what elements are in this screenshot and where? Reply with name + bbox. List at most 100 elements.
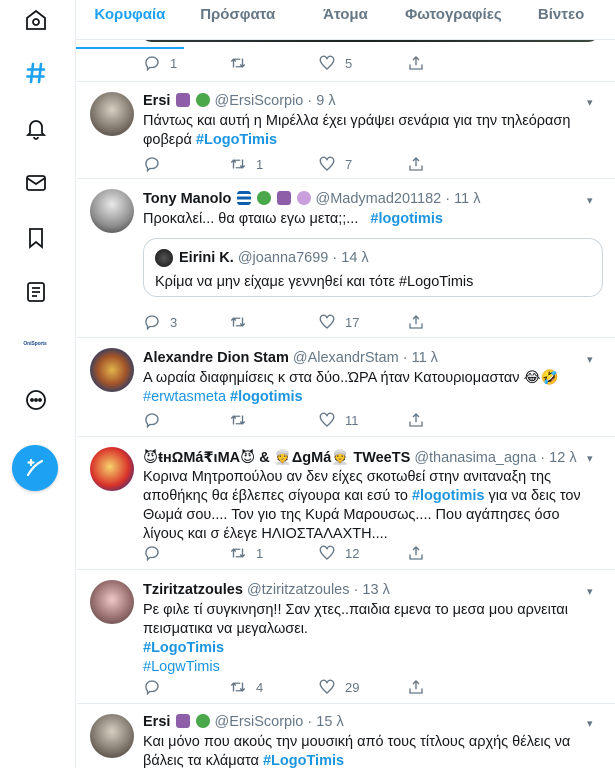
like-count: 29 [345,679,360,695]
share-button[interactable] [407,678,425,696]
tweet-time[interactable]: 12 λ [549,450,576,466]
tab-photos[interactable]: Φωτογραφίες [399,0,507,39]
shamrock-emoji-icon [196,93,211,107]
share-button[interactable] [407,544,425,562]
chevron-down-icon[interactable]: ▾ [587,585,601,599]
chevron-down-icon[interactable]: ▾ [587,452,601,466]
display-name[interactable]: Alexandre Dion Stam [143,350,289,366]
quote-avatar[interactable] [155,249,173,267]
avatar[interactable] [90,348,134,392]
chevron-down-icon[interactable]: ▾ [587,194,601,208]
like-count: 5 [345,55,353,71]
profile-avatar[interactable]: OniSports [17,337,53,351]
user-handle[interactable]: @Madymad201182 [316,191,442,207]
user-handle[interactable]: @thanasima_agna [414,450,536,466]
retweet-button[interactable]: 4 [229,678,263,696]
tweet[interactable]: Alexandre Dion Stam @AlexandrStam · 11 λ… [77,338,615,437]
avatar[interactable] [90,92,134,136]
bookmarks-icon[interactable] [18,220,54,256]
tweet[interactable]: 😈ŧнΩМá₹ιМΑ😈 & 👳ΔgΜá👳 TWeeTS @thanasima_a… [77,437,615,570]
user-handle[interactable]: @ErsiScorpio [215,714,304,730]
tweet[interactable]: Tony Manolo @Madymad201182 · 11 λ ▾ Προκ… [77,179,615,338]
like-button[interactable]: 29 [318,678,359,696]
tab-people[interactable]: Άτομα [292,0,400,39]
chevron-down-icon[interactable]: ▾ [587,717,601,731]
reply-button[interactable] [143,544,170,562]
more-icon[interactable] [18,382,54,418]
share-button[interactable] [407,155,425,173]
tweet-actions: 3 17 [143,313,443,333]
tweet-time[interactable]: 9 λ [316,93,335,109]
share-button[interactable] [407,411,425,429]
share-button[interactable] [407,54,425,72]
hashtag-link[interactable]: #logotimis [412,488,485,504]
hashtag-link[interactable]: #logotimis [230,389,303,405]
display-name[interactable]: Tziritzatzoules [143,582,243,598]
avatar[interactable] [90,189,134,233]
chevron-down-icon[interactable]: ▾ [587,353,601,367]
reply-button[interactable] [143,155,170,173]
retweet-button[interactable] [229,313,256,331]
search-tabs: Κορυφαία Πρόσφατα Άτομα Φωτογραφίες Βίντ… [76,0,615,49]
tweet[interactable]: Ersi @ErsiScorpio · 15 λ ▾ Και μόνο που … [77,704,615,768]
display-name[interactable]: Ersi [143,93,170,109]
share-button[interactable] [407,313,425,331]
explore-hashtag-icon[interactable] [18,55,54,91]
retweet-button[interactable]: 1 [229,544,263,562]
avatar[interactable] [90,447,134,491]
retweet-button[interactable] [229,411,256,429]
quote-handle: @joanna7699 [237,250,329,266]
tweet-text-content: Και μόνο που ακούς την μουσική από τους … [143,734,571,768]
avatar[interactable] [90,580,134,624]
tweet-time[interactable]: 11 λ [454,191,480,207]
tab-top[interactable]: Κορυφαία [76,0,184,49]
tweet[interactable]: Ersi @ErsiScorpio · 9 λ ▾ Πάντως και αυτ… [77,82,615,179]
like-button[interactable]: 17 [318,313,359,331]
retweet-button[interactable]: 1 [229,155,263,173]
lists-icon[interactable] [18,274,54,310]
compose-tweet-button[interactable] [12,445,58,491]
like-count: 12 [345,545,360,561]
display-name[interactable]: Ersi [143,714,170,730]
avatar[interactable] [90,714,134,758]
tab-videos[interactable]: Βίντεο [507,0,615,39]
messages-envelope-icon[interactable] [18,165,54,201]
tweet-actions: 4 29 [143,678,443,698]
hashtag-link[interactable]: #logotimis [370,211,443,227]
like-button[interactable]: 12 [318,544,359,562]
tweet-time[interactable]: 13 λ [362,582,389,598]
notifications-bell-icon[interactable] [18,110,54,146]
separator-dot: · [332,250,338,266]
quote-display-name: Eirini K. [179,250,234,266]
separator-dot: · [540,450,546,466]
user-handle[interactable]: @tziritzatzoules [247,582,350,598]
display-name[interactable]: Tony Manolo [143,191,231,207]
tweet-time[interactable]: 11 λ [412,350,438,366]
chevron-down-icon[interactable]: ▾ [587,96,601,110]
tweet[interactable]: Tziritzatzoules @tziritzatzoules · 13 λ … [77,570,615,704]
like-button[interactable]: 5 [318,54,352,72]
like-button[interactable]: 11 [318,411,359,429]
tweet-text-content: Προκαλεί... θα φταιω εγω μετα;;... [143,211,359,227]
hashtag-link[interactable]: #LogoTimis [143,639,603,658]
tab-latest[interactable]: Πρόσφατα [184,0,292,39]
reply-button[interactable] [143,678,170,696]
reply-button[interactable]: 1 [143,54,177,72]
quoted-tweet[interactable]: Eirini K. @joanna7699 · 14 λ Κρίμα να μη… [143,238,603,297]
hashtag-link[interactable]: #LogoTimis [263,753,344,768]
user-handle[interactable]: @AlexandrStam [293,350,399,366]
reply-button[interactable] [143,411,170,429]
hashtag-link[interactable]: #erwtasmeta [143,389,226,405]
retweet-button[interactable] [229,54,256,72]
tweet-header: Ersi @ErsiScorpio · 15 λ [143,714,344,730]
tweet-header: 😈ŧнΩМá₹ιМΑ😈 & 👳ΔgΜá👳 TWeeTS @thanasima_a… [143,449,593,466]
tweet-time[interactable]: 15 λ [316,714,343,730]
hashtag-link[interactable]: #LogoTimis [196,132,277,148]
hashtag-link[interactable]: #LogwTimis [143,658,603,677]
display-name[interactable]: 😈ŧнΩМá₹ιМΑ😈 & 👳ΔgΜá👳 TWeeTS [143,450,410,466]
user-handle[interactable]: @ErsiScorpio [215,93,304,109]
like-button[interactable]: 7 [318,155,352,173]
home-icon[interactable] [18,2,54,38]
reply-button[interactable]: 3 [143,313,177,331]
theater-masks-emoji-icon [297,191,312,205]
